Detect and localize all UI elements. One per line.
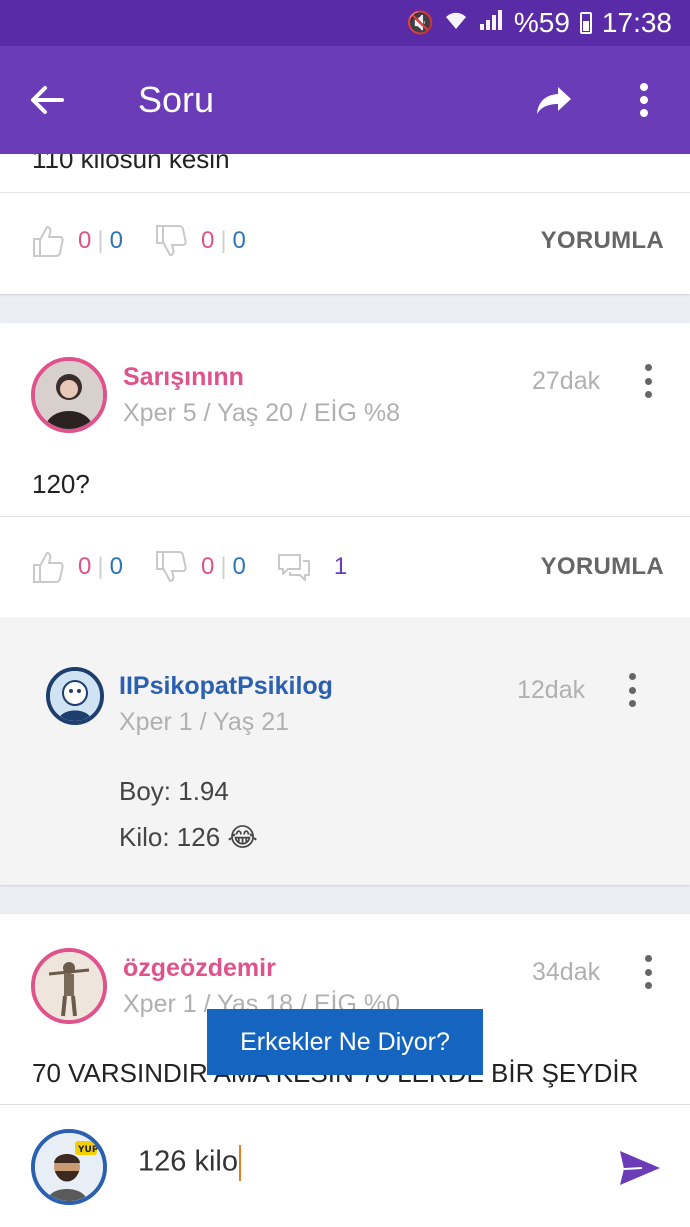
reply-line-1: Boy: 1.94 bbox=[119, 776, 229, 806]
send-button[interactable] bbox=[618, 1149, 662, 1192]
reply: IIPsikopatPsikilog Xper 1 / Yaş 21 12dak… bbox=[0, 617, 690, 885]
answer-actions: 0 | 0 0 | 0 1 YORUMLA bbox=[30, 537, 664, 597]
wifi-icon bbox=[444, 9, 468, 37]
dislike-button[interactable]: 0 | 0 bbox=[153, 549, 246, 585]
answer-card: Sarışınınn Xper 5 / Yaş 20 / EİG %8 27da… bbox=[0, 323, 690, 885]
reply-line-2: Kilo: 126 😂 bbox=[119, 822, 258, 852]
username[interactable]: Sarışınınn bbox=[123, 363, 244, 392]
answer-more-icon[interactable] bbox=[642, 955, 654, 989]
reply-username[interactable]: IIPsikopatPsikilog bbox=[119, 672, 333, 701]
my-avatar: YUP bbox=[31, 1129, 107, 1205]
share-button[interactable] bbox=[524, 46, 584, 154]
battery-percent: %59 bbox=[513, 7, 570, 38]
avatar[interactable] bbox=[31, 948, 107, 1024]
answer-text: 120? bbox=[32, 469, 90, 499]
page-title: Soru bbox=[138, 79, 215, 120]
thumbs-up-icon bbox=[33, 551, 64, 583]
timestamp: 34dak bbox=[532, 958, 601, 986]
clock: 17:38 bbox=[601, 7, 672, 38]
comments-button[interactable]: 1 bbox=[276, 549, 347, 585]
like-button[interactable]: 0 | 0 bbox=[30, 223, 123, 259]
text-caret bbox=[238, 1145, 241, 1181]
reply-avatar[interactable] bbox=[46, 667, 104, 725]
username[interactable]: özgeözdemir bbox=[123, 954, 276, 983]
arrow-left-icon bbox=[31, 86, 64, 114]
mute-icon: 🔇 bbox=[406, 10, 434, 35]
send-icon bbox=[620, 1151, 660, 1185]
answer-text: 110 kilosun kesin bbox=[32, 154, 230, 174]
more-vert-icon bbox=[640, 83, 648, 117]
share-arrow-icon bbox=[537, 87, 571, 114]
reply-timestamp: 12dak bbox=[517, 676, 586, 704]
answer-actions: 0 | 0 0 | 0 YORUMLA bbox=[30, 211, 664, 271]
answers-list[interactable]: 110 kilosun kesin 0 | 0 0 | 0 YORUMLA Sa… bbox=[0, 154, 690, 1104]
thumbs-down-icon bbox=[155, 225, 187, 257]
app-bar: Soru bbox=[0, 46, 690, 154]
comments-icon bbox=[277, 554, 310, 581]
thumbs-down-icon bbox=[155, 551, 187, 583]
thumbs-up-icon bbox=[33, 225, 64, 257]
more-options-button[interactable] bbox=[614, 46, 674, 154]
timestamp: 27dak bbox=[532, 367, 601, 395]
status-bar: 🔇 %59 17:38 bbox=[0, 0, 690, 46]
men-opinion-button[interactable]: Erkekler Ne Diyor? bbox=[207, 1009, 483, 1075]
reply-user-meta: Xper 1 / Yaş 21 bbox=[119, 708, 290, 736]
answer-card: 110 kilosun kesin 0 | 0 0 | 0 YORUMLA bbox=[0, 154, 690, 294]
avatar[interactable] bbox=[31, 357, 107, 433]
reply-more-icon[interactable] bbox=[626, 673, 638, 707]
comment-input-bar: YUP 126 kilo bbox=[0, 1104, 690, 1227]
signal-icon bbox=[478, 9, 504, 37]
battery-icon bbox=[579, 12, 592, 34]
user-meta: Xper 5 / Yaş 20 / EİG %8 bbox=[123, 399, 401, 427]
back-button[interactable] bbox=[0, 46, 94, 154]
comment-input[interactable]: 126 kilo bbox=[138, 1145, 578, 1181]
like-button[interactable]: 0 | 0 bbox=[30, 549, 123, 585]
answer-more-icon[interactable] bbox=[642, 364, 654, 398]
dislike-button[interactable]: 0 | 0 bbox=[153, 223, 246, 259]
comment-button[interactable]: YORUMLA bbox=[541, 227, 664, 255]
svg-text:YUP: YUP bbox=[77, 1145, 99, 1155]
comment-button[interactable]: YORUMLA bbox=[541, 553, 664, 581]
